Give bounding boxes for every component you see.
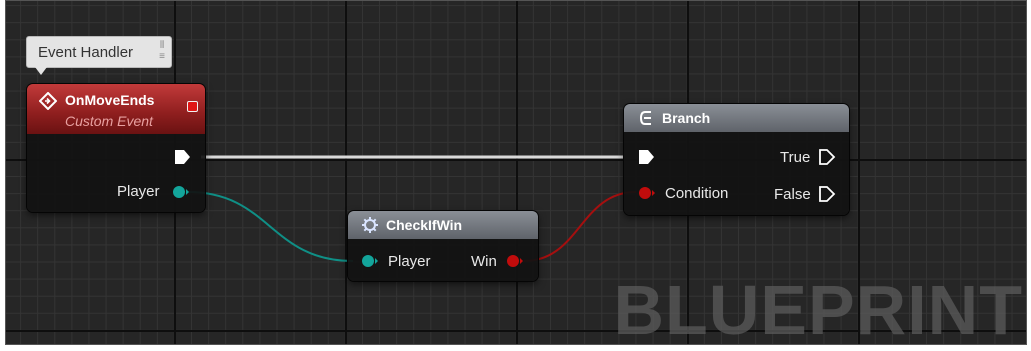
true-exec-output-icon[interactable] — [818, 148, 836, 166]
pin-comment-icon[interactable]: ⦀ ≡ — [159, 40, 165, 62]
comment-tail — [35, 67, 47, 75]
function-win-pin-label: Win — [471, 253, 497, 270]
branch-node-title: Branch — [662, 110, 711, 126]
delegate-output-icon[interactable] — [187, 101, 198, 112]
player-wire[interactable] — [187, 191, 354, 262]
player-output-pin-icon[interactable] — [172, 184, 190, 200]
branch-true-pin-label: True — [780, 149, 811, 166]
branch-node-header: Branch — [624, 104, 849, 132]
player-input-pin-icon[interactable] — [361, 253, 379, 269]
branch-condition-pin-label: Condition — [665, 185, 729, 202]
condition-input-pin-icon[interactable] — [637, 185, 657, 201]
onmoveends-event-node[interactable]: OnMoveEnds Custom Event Player — [27, 84, 205, 212]
branch-node[interactable]: Branch True Condition False — [624, 104, 849, 215]
checkifwin-function-node[interactable]: CheckIfWin Player Win — [348, 211, 538, 281]
function-player-pin-label: Player — [388, 253, 431, 270]
branch-icon — [637, 109, 655, 130]
event-node-title: OnMoveEnds — [65, 92, 155, 108]
function-node-header: CheckIfWin — [348, 211, 538, 239]
event-player-pin-label: Player — [117, 183, 160, 200]
event-diamond-icon — [38, 91, 58, 113]
comment-text: Event Handler — [38, 44, 134, 61]
win-output-pin-icon[interactable] — [505, 253, 525, 269]
exec-input-icon[interactable] — [638, 149, 656, 165]
branch-false-pin-label: False — [774, 186, 811, 203]
win-condition-wire[interactable] — [523, 191, 637, 262]
function-node-title: CheckIfWin — [386, 217, 463, 233]
false-exec-output-icon[interactable] — [818, 185, 836, 203]
event-handler-comment[interactable]: Event Handler ⦀ ≡ — [26, 36, 172, 75]
exec-output-icon[interactable] — [174, 149, 192, 165]
event-node-header: OnMoveEnds Custom Event — [27, 84, 205, 134]
event-node-subtitle: Custom Event — [65, 113, 153, 129]
function-gear-icon — [361, 216, 379, 237]
